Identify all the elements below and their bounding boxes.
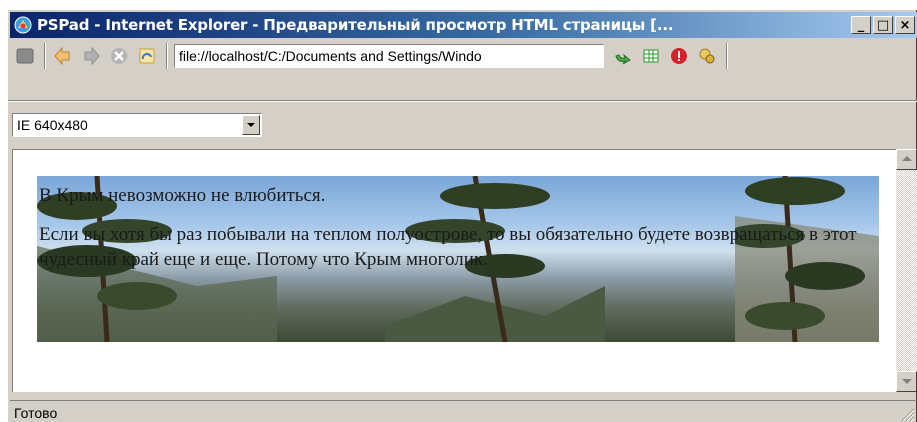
toolbar-separator (166, 43, 168, 69)
warning-icon (671, 48, 687, 64)
go-button[interactable] (610, 43, 636, 69)
stop-button[interactable] (12, 43, 38, 69)
settings-icon (699, 48, 715, 64)
close-button[interactable]: × (895, 16, 915, 34)
scroll-down-button[interactable] (896, 371, 917, 392)
maximize-button[interactable]: □ (873, 16, 893, 34)
title-bar[interactable]: PSPad - Internet Explorer - Предваритель… (10, 12, 917, 38)
url-input[interactable]: file://localhost/C:/Documents and Settin… (174, 44, 604, 68)
toolbar-divider (8, 100, 917, 102)
browser-window: PSPad - Internet Explorer - Предваритель… (6, 8, 917, 422)
go-icon (615, 53, 631, 65)
html-preview-pane: В Крым невозможно не влюбиться. Если вы … (12, 149, 896, 392)
settings-button[interactable] (694, 43, 720, 69)
close-icon: × (899, 17, 911, 33)
pspad-app-icon (14, 16, 32, 34)
cancel-button[interactable] (106, 43, 132, 69)
minimize-icon: _ (857, 17, 865, 33)
forward-icon (84, 46, 100, 66)
maximize-icon: □ (876, 17, 890, 33)
grid-button[interactable] (638, 43, 664, 69)
size-select-value: IE 640x480 (17, 117, 88, 133)
stop-icon (16, 48, 34, 64)
toolbar: file://localhost/C:/Documents and Settin… (10, 40, 917, 72)
chevron-down-icon[interactable] (242, 115, 260, 135)
page-heading: В Крым невозможно не влюбиться. (39, 185, 326, 206)
resize-grip-icon[interactable] (901, 408, 915, 422)
back-button[interactable] (50, 43, 76, 69)
toolbar-separator (44, 43, 46, 69)
status-bar: Готово (10, 400, 917, 422)
page-paragraph: Если вы хотя бы раз побывали на теплом п… (39, 224, 857, 270)
window-size-select[interactable]: IE 640x480 (12, 113, 262, 137)
refresh-button[interactable] (134, 43, 160, 69)
minimize-button[interactable]: _ (851, 16, 871, 34)
back-icon (54, 46, 70, 66)
status-text: Готово (14, 405, 58, 421)
page-content: В Крым невозможно не влюбиться. Если вы … (39, 183, 859, 286)
toolbar-separator (726, 43, 728, 69)
scroll-up-button[interactable] (896, 149, 917, 170)
warning-button[interactable] (666, 43, 692, 69)
forward-button[interactable] (78, 43, 104, 69)
refresh-icon (139, 48, 155, 64)
window-title: PSPad - Internet Explorer - Предваритель… (37, 16, 674, 34)
grid-icon (643, 49, 659, 63)
cancel-icon (111, 48, 127, 64)
vertical-scrollbar[interactable] (896, 149, 917, 392)
